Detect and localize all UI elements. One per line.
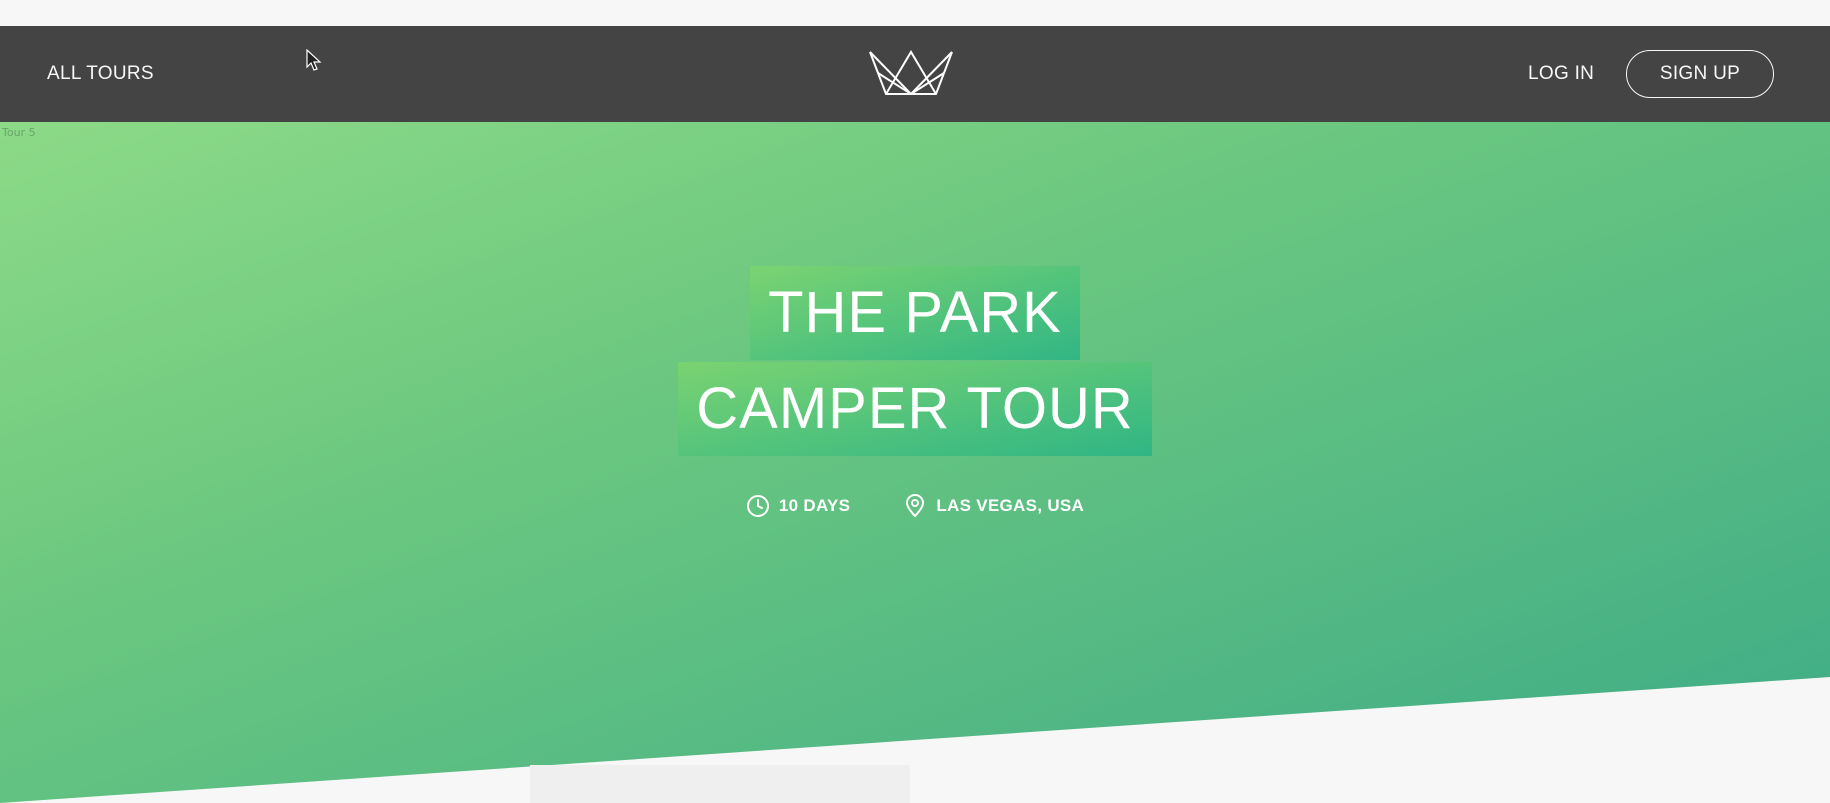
hero-title-line-1: THE PARK xyxy=(750,266,1080,360)
login-link[interactable]: LOG IN xyxy=(1528,26,1594,122)
content-panel-edge xyxy=(530,765,910,803)
duration-detail: 10 DAYS xyxy=(746,494,850,518)
hero-section: Tour 5 THE PARK CAMPER TOUR 10 DAYS LAS … xyxy=(0,122,1830,803)
hero-title: THE PARK CAMPER TOUR xyxy=(0,266,1830,456)
signup-button[interactable]: SIGN UP xyxy=(1626,50,1774,98)
clock-icon xyxy=(746,495,769,517)
all-tours-link[interactable]: ALL TOURS xyxy=(47,26,154,122)
hero-title-line-2: CAMPER TOUR xyxy=(678,362,1152,456)
hero-overlay xyxy=(0,122,1830,803)
top-strip xyxy=(0,0,1830,26)
map-pin-icon xyxy=(906,494,925,518)
location-text: LAS VEGAS, USA xyxy=(936,496,1085,515)
broken-image-alt-text: Tour 5 xyxy=(2,126,36,139)
navbar: ALL TOURS LOG IN SIGN UP xyxy=(0,26,1830,122)
location-detail: LAS VEGAS, USA xyxy=(903,494,1084,518)
hero-details: 10 DAYS LAS VEGAS, USA xyxy=(0,494,1830,523)
mouse-cursor-icon xyxy=(306,49,322,71)
tour-page: ALL TOURS LOG IN SIGN UP Tour 5 THE PARK… xyxy=(0,0,1830,803)
crown-logo-icon[interactable] xyxy=(868,48,954,98)
duration-text: 10 DAYS xyxy=(778,496,851,515)
